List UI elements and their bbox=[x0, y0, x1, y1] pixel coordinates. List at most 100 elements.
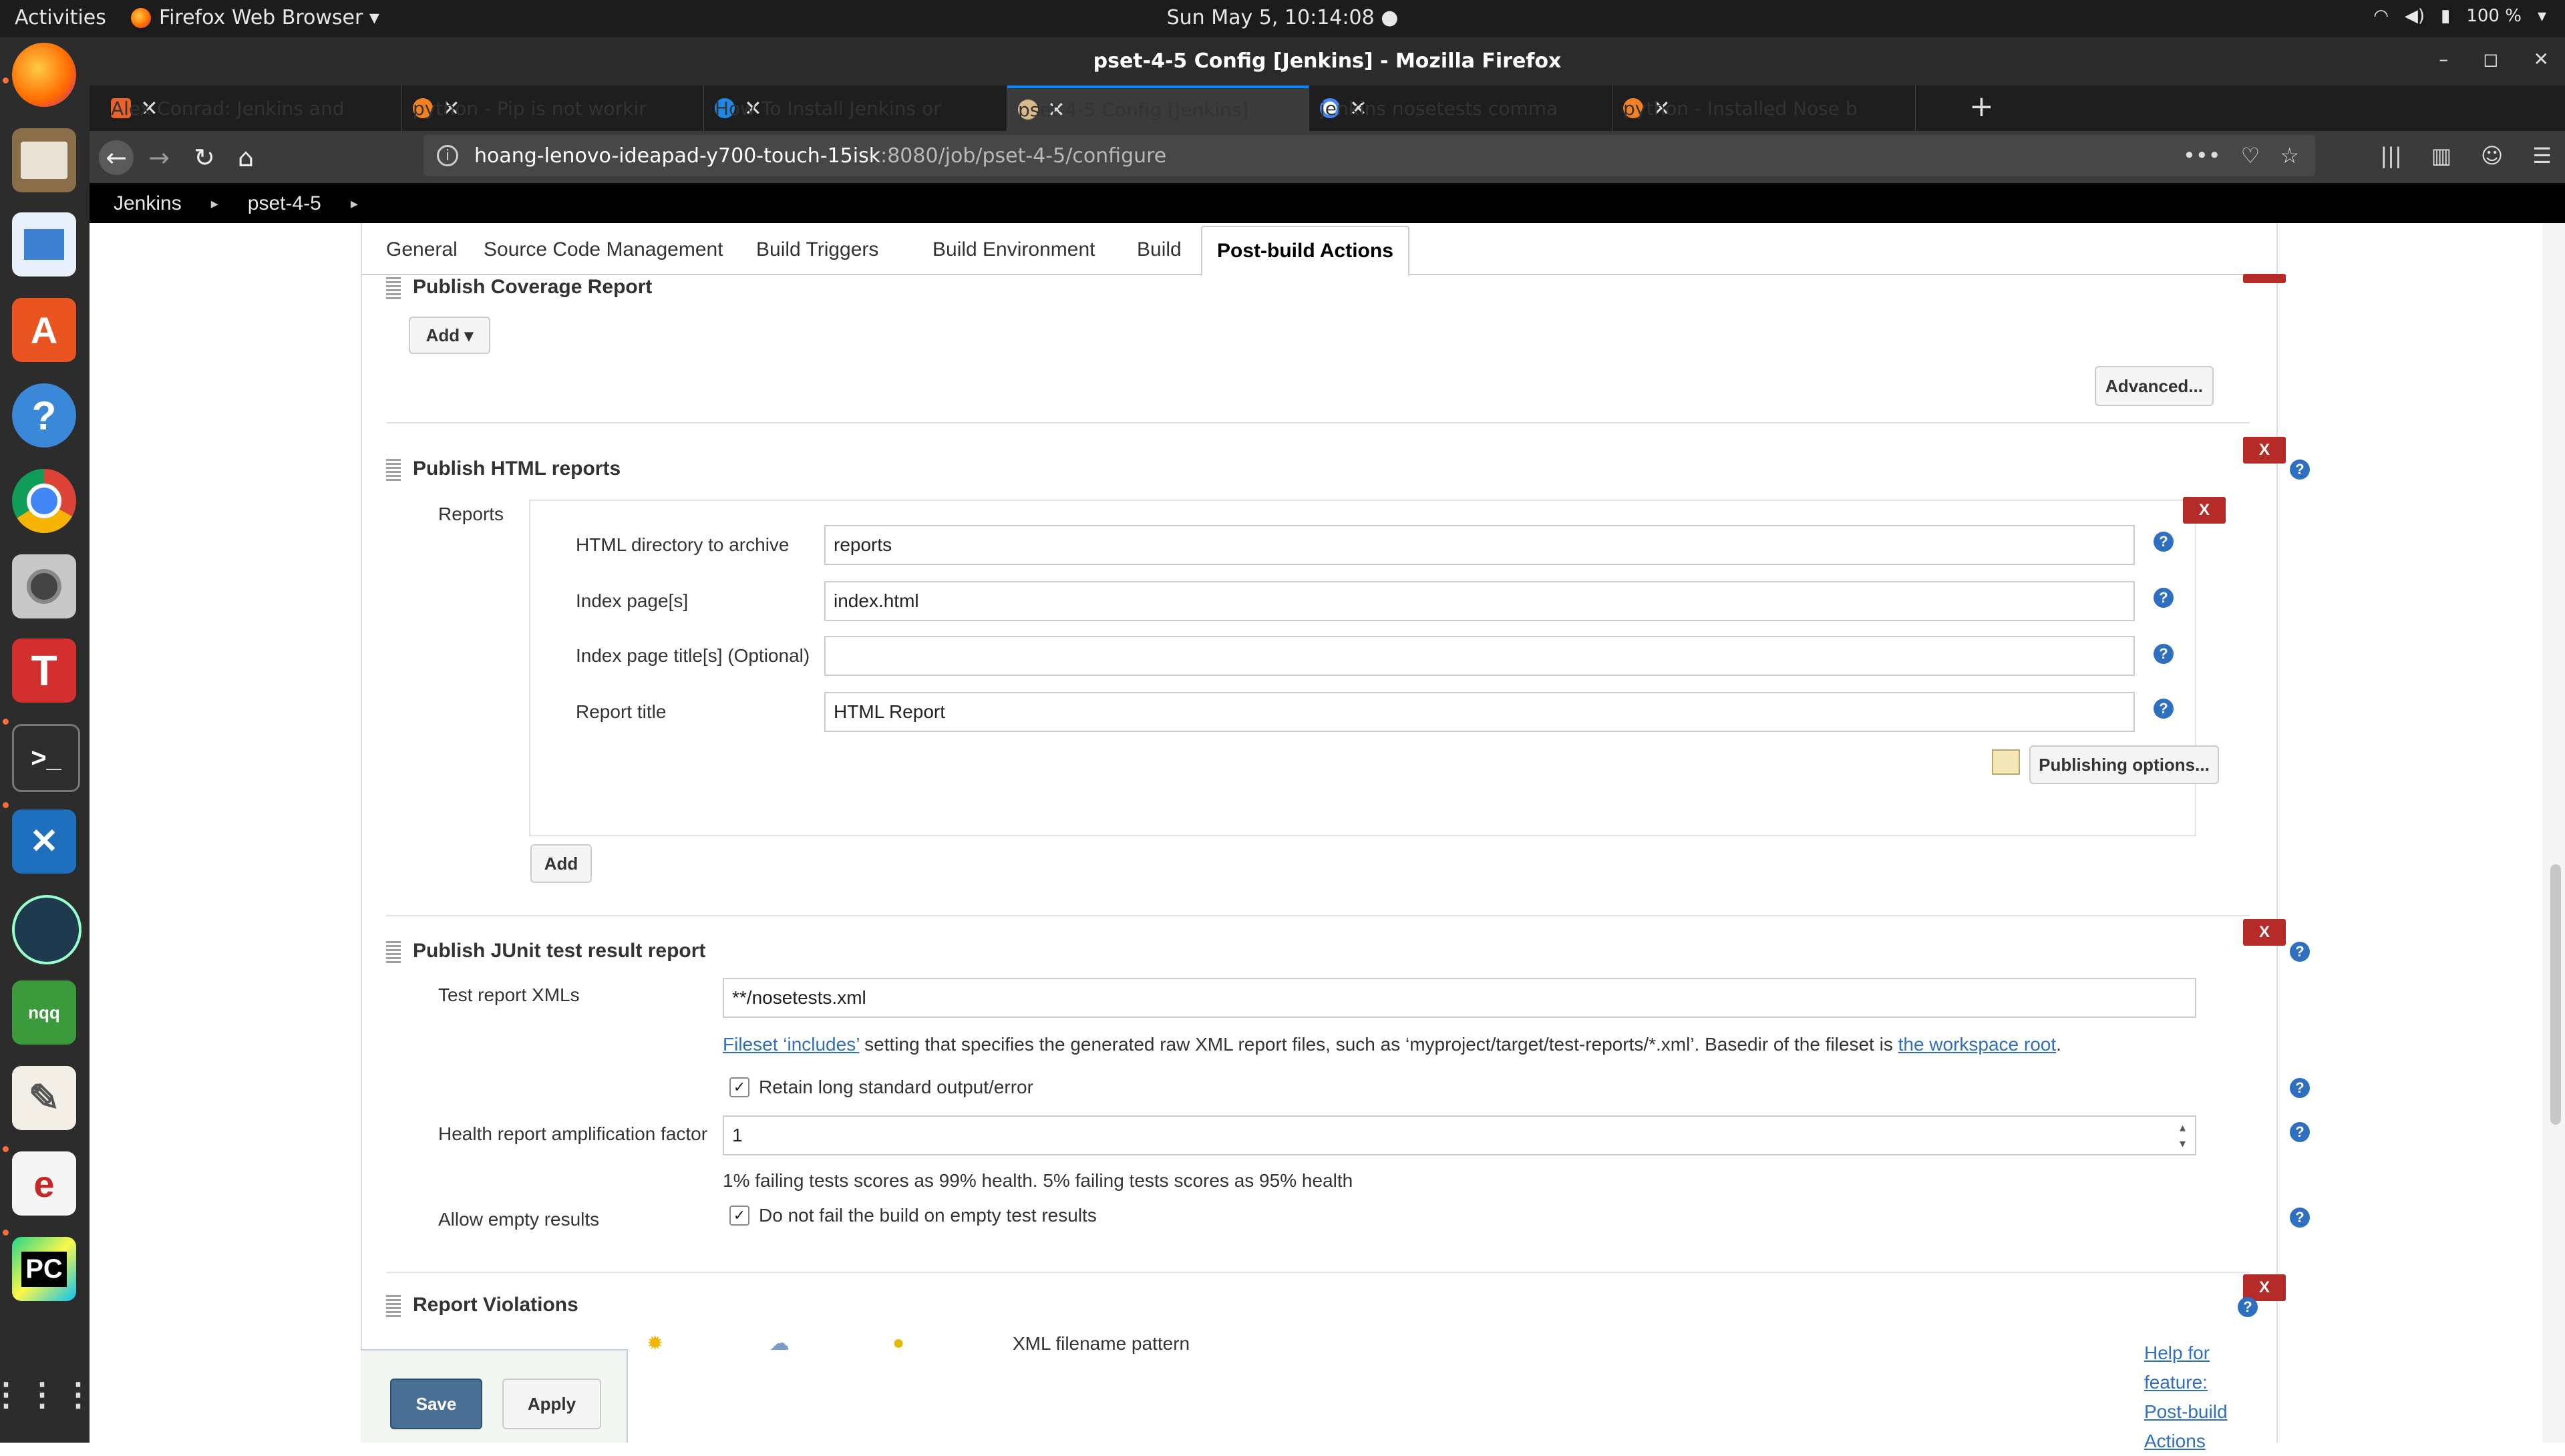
tab-alex-conrad[interactable]: Alex Conrad: Jenkins and ✕ bbox=[100, 85, 402, 131]
help-icon[interactable]: ? bbox=[2290, 460, 2310, 480]
help-icon[interactable]: ? bbox=[2290, 1208, 2310, 1228]
tab-build-environment[interactable]: Build Environment bbox=[918, 226, 1109, 274]
help-icon[interactable]: ? bbox=[12, 383, 76, 447]
workspace-root-link[interactable]: the workspace root bbox=[1898, 1034, 2057, 1055]
index-pages-input[interactable]: index.html bbox=[824, 581, 2135, 621]
forward-arrow-icon[interactable]: → bbox=[142, 140, 176, 175]
tab-post-build-actions[interactable]: Post-build Actions bbox=[1201, 226, 1409, 277]
stacer-icon[interactable] bbox=[12, 895, 81, 964]
coverage-add-button[interactable]: Add ▾ bbox=[409, 317, 490, 354]
minimize-icon[interactable]: – bbox=[2439, 48, 2448, 70]
html-reports-title: Publish HTML reports bbox=[413, 458, 621, 480]
index-title-input[interactable] bbox=[824, 636, 2135, 676]
tab-installed-nose[interactable]: python - Installed Nose b ✕ bbox=[1612, 85, 1916, 131]
terminal-icon[interactable]: >_ bbox=[12, 724, 80, 792]
vscode-icon[interactable]: ✕ bbox=[12, 809, 76, 874]
software-center-icon[interactable]: A bbox=[12, 298, 76, 362]
allow-empty-results-checkbox[interactable]: ✓ Do not fail the build on empty test re… bbox=[729, 1205, 1097, 1226]
tab-install-jenkins[interactable]: How To Install Jenkins or ✕ bbox=[704, 85, 1007, 131]
help-icon[interactable]: ? bbox=[2154, 699, 2174, 719]
allow-empty-results-label: Allow empty results bbox=[438, 1209, 600, 1230]
activities-button[interactable]: Activities bbox=[15, 6, 106, 29]
help-for-feature-link[interactable]: Help for feature: Post-build Actions bbox=[2144, 1338, 2251, 1456]
delete-coverage-button[interactable] bbox=[2243, 274, 2286, 283]
spinner-arrows-icon[interactable]: ▴ ▾ bbox=[2180, 1119, 2186, 1151]
tab-general[interactable]: General bbox=[371, 226, 472, 274]
drag-handle-icon[interactable] bbox=[386, 1293, 401, 1317]
drag-handle-icon[interactable] bbox=[386, 275, 401, 299]
tab-label: How To Install Jenkins or bbox=[715, 97, 941, 120]
drag-handle-icon[interactable] bbox=[386, 939, 401, 963]
tab-nosetests-search[interactable]: jenkins nosetests comma ✕ bbox=[1309, 85, 1612, 131]
hamburger-menu-icon[interactable]: ☰ bbox=[2532, 143, 2552, 168]
back-arrow-icon[interactable]: ← bbox=[99, 140, 134, 175]
page-scrollbar[interactable] bbox=[2542, 223, 2565, 1443]
nqq-icon[interactable]: nqq bbox=[12, 980, 76, 1045]
clock[interactable]: Sun May 5, 10:14:08 ● bbox=[1167, 6, 1399, 29]
pocket-icon[interactable]: ♡ bbox=[2241, 143, 2260, 168]
app-menu[interactable]: Firefox Web Browser ▾ bbox=[131, 6, 379, 29]
coverage-title: Publish Coverage Report bbox=[413, 276, 653, 298]
breadcrumb-arrow-icon[interactable]: ▸ bbox=[211, 195, 218, 212]
page-actions-icon[interactable]: ••• bbox=[2183, 143, 2221, 168]
save-button[interactable]: Save bbox=[390, 1379, 482, 1429]
tab-build-triggers[interactable]: Build Triggers bbox=[741, 226, 893, 274]
retain-long-output-checkbox[interactable]: ✓ Retain long standard output/error bbox=[729, 1077, 1033, 1098]
firefox-icon[interactable] bbox=[12, 43, 76, 107]
help-icon[interactable]: ? bbox=[2290, 1078, 2310, 1098]
tab-source-code-management[interactable]: Source Code Management bbox=[469, 226, 738, 274]
reload-icon[interactable]: ↻ bbox=[187, 140, 222, 175]
show-applications-icon[interactable]: ⋮⋮⋮ bbox=[0, 1362, 94, 1427]
junit-title: Publish JUnit test result report bbox=[413, 940, 706, 962]
test-report-xmls-input[interactable]: **/nosetests.xml bbox=[723, 978, 2196, 1018]
help-icon[interactable]: ? bbox=[2238, 1297, 2258, 1317]
delete-html-reports-button[interactable]: X bbox=[2243, 437, 2286, 464]
publishing-options-button[interactable]: Publishing options... bbox=[2029, 745, 2219, 784]
home-icon[interactable]: ⌂ bbox=[228, 140, 263, 175]
checkbox-checked-icon[interactable]: ✓ bbox=[729, 1077, 749, 1097]
maximize-icon[interactable]: ◻ bbox=[2483, 48, 2498, 70]
section-divider bbox=[386, 1272, 2250, 1273]
apply-button[interactable]: Apply bbox=[502, 1379, 601, 1429]
health-factor-input[interactable]: 1 ▴ ▾ bbox=[723, 1115, 2196, 1155]
tab-pset-config[interactable]: pset-4-5 Config [Jenkins] ✕ bbox=[1007, 85, 1309, 131]
sidebar-icon[interactable]: ▥ bbox=[2431, 143, 2451, 168]
pycharm-icon[interactable]: PC bbox=[12, 1237, 76, 1301]
evince-icon[interactable]: e bbox=[12, 1151, 76, 1216]
delete-junit-button[interactable]: X bbox=[2243, 919, 2286, 946]
breadcrumb-jenkins[interactable]: Jenkins bbox=[114, 192, 182, 215]
system-tray[interactable]: ◠ ◀) ▮ 100 % ▾ bbox=[2373, 6, 2546, 26]
site-info-icon[interactable]: i bbox=[437, 145, 458, 166]
drag-handle-icon[interactable] bbox=[386, 457, 401, 481]
files-icon[interactable] bbox=[12, 128, 76, 192]
new-tab-plus-icon[interactable]: + bbox=[1969, 89, 1994, 124]
image-viewer-icon[interactable] bbox=[12, 212, 76, 277]
help-icon[interactable]: ? bbox=[2154, 532, 2174, 552]
tab-build[interactable]: Build bbox=[1122, 226, 1196, 274]
typora-icon[interactable]: T bbox=[12, 639, 76, 703]
help-icon[interactable]: ? bbox=[2154, 644, 2174, 664]
checkbox-checked-icon[interactable]: ✓ bbox=[729, 1206, 749, 1226]
help-icon[interactable]: ? bbox=[2290, 942, 2310, 962]
report-title-input[interactable]: HTML Report bbox=[824, 692, 2135, 732]
camera-icon[interactable] bbox=[12, 554, 76, 618]
chrome-icon[interactable] bbox=[12, 469, 76, 533]
url-bar[interactable]: i hoang-lenovo-ideapad-y700-touch-15isk … bbox=[423, 135, 2315, 176]
coverage-advanced-button[interactable]: Advanced... bbox=[2095, 366, 2214, 406]
breadcrumb-arrow-icon[interactable]: ▸ bbox=[351, 195, 358, 212]
help-icon[interactable]: ? bbox=[2154, 588, 2174, 608]
scrollbar-thumb[interactable] bbox=[2550, 864, 2561, 1125]
breadcrumb-job[interactable]: pset-4-5 bbox=[248, 192, 321, 215]
close-icon[interactable]: ✕ bbox=[2534, 48, 2549, 70]
health-factor-description: 1% failing tests scores as 99% health. 5… bbox=[723, 1170, 1353, 1191]
add-report-button[interactable]: Add bbox=[530, 844, 592, 883]
bookmark-star-icon[interactable]: ☆ bbox=[2280, 143, 2299, 168]
library-icon[interactable]: ||| bbox=[2380, 143, 2401, 168]
fileset-includes-link[interactable]: Fileset ‘includes’ bbox=[723, 1034, 859, 1055]
html-dir-input[interactable]: reports bbox=[824, 525, 2135, 565]
help-icon[interactable]: ? bbox=[2290, 1122, 2310, 1142]
tab-pip-not-working[interactable]: python - Pip is not workir ✕ bbox=[402, 85, 704, 131]
extension-icon[interactable]: ☺ bbox=[2481, 143, 2503, 168]
delete-report-entry-button[interactable]: X bbox=[2183, 497, 2226, 524]
text-editor-icon[interactable]: ✎ bbox=[12, 1066, 76, 1130]
